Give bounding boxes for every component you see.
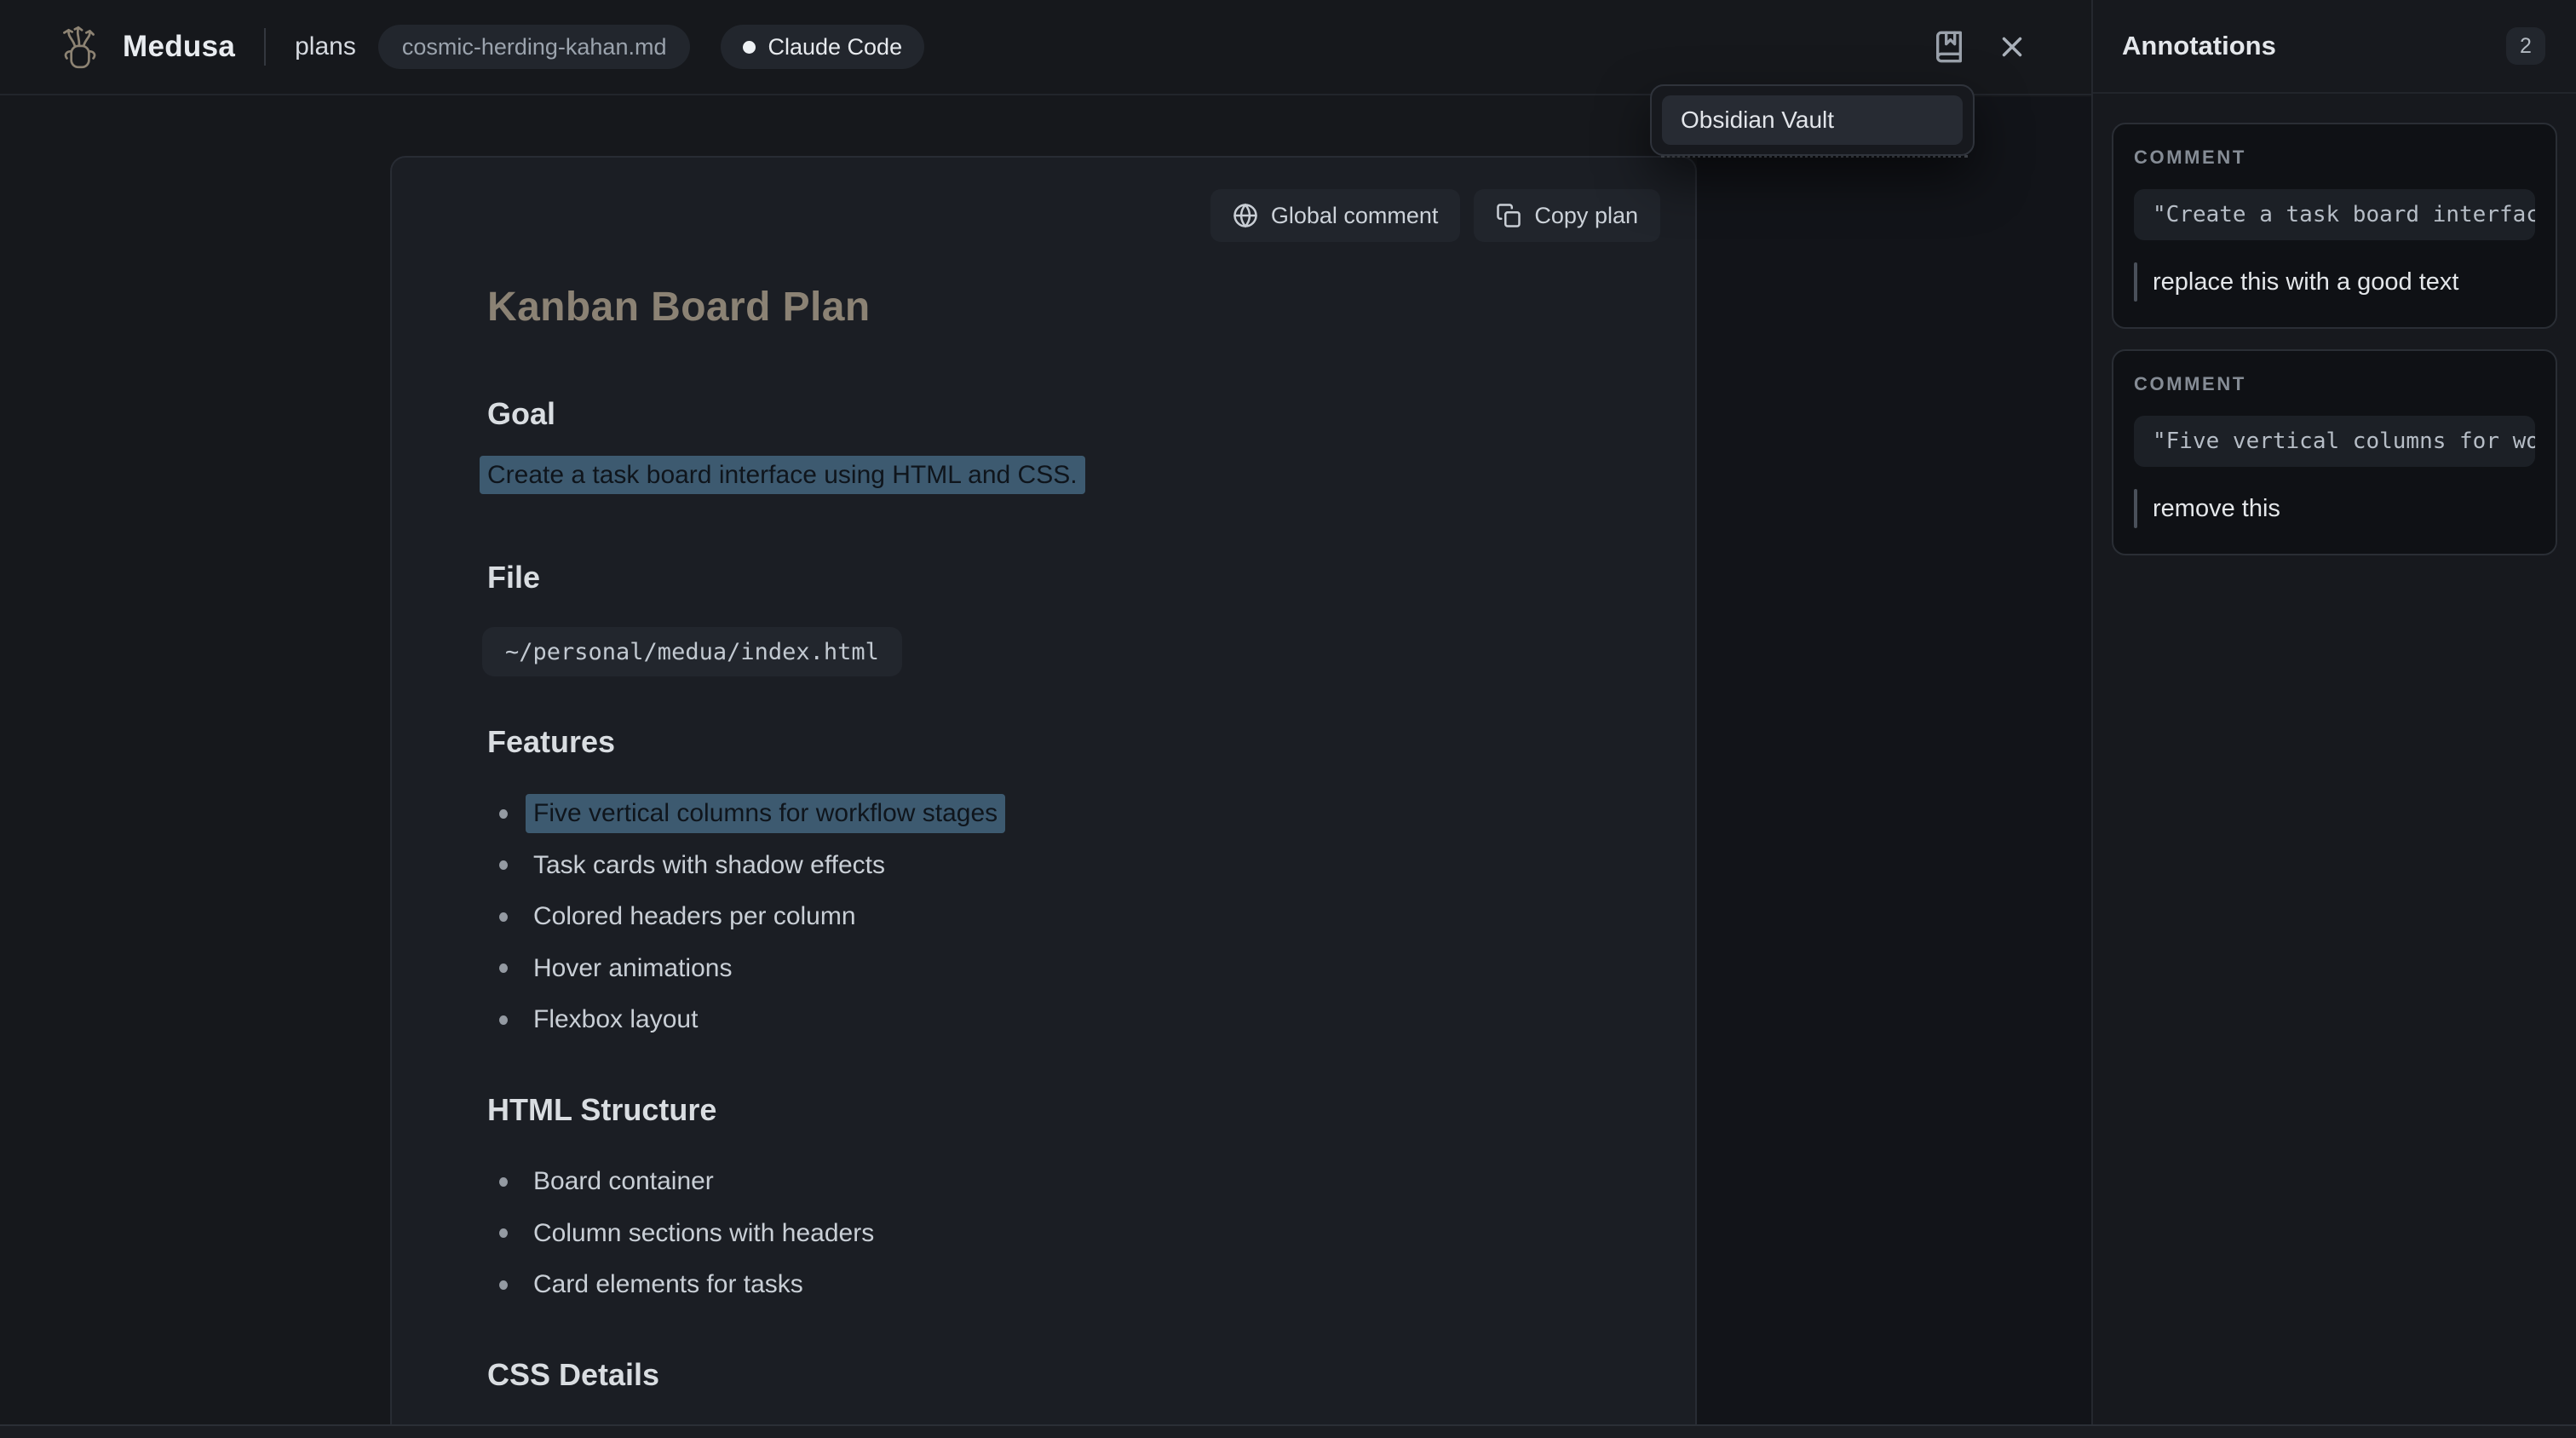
heading-goal: Goal [487,396,555,432]
file-chip: cosmic-herding-kahan.md [378,25,691,69]
annotated-text-feature[interactable]: Five vertical columns for workflow stage… [526,794,1005,833]
list-item: Hover animations [487,943,1005,995]
annotation-kind-label: COMMENT [2134,147,2535,169]
annotation-card[interactable]: COMMENT "Five vertical columns for wo…" … [2112,349,2557,555]
list-item: Board container [487,1156,874,1208]
agent-chip: Claude Code [721,25,924,69]
global-comment-label: Global comment [1271,203,1439,229]
annotation-quote: "Five vertical columns for wo…" [2134,416,2535,467]
heading-css-details: CSS Details [487,1357,659,1393]
heading-file: File [487,560,540,595]
goal-paragraph: Create a task board interface using HTML… [487,461,1085,490]
app-header: Medusa plans cosmic-herding-kahan.md Cla… [0,0,2091,95]
breadcrumb-plans[interactable]: plans [295,32,356,61]
main-area: Medusa plans cosmic-herding-kahan.md Cla… [0,0,2091,1438]
annotation-kind-label: COMMENT [2134,373,2535,395]
list-item: Flexbox layout [487,994,1005,1046]
global-comment-button[interactable]: Global comment [1210,189,1461,242]
annotation-comment: replace this with a good text [2134,262,2535,302]
app-window: Medusa plans cosmic-herding-kahan.md Cla… [0,0,2576,1438]
menu-item-obsidian-vault[interactable]: Obsidian Vault [1662,95,1963,145]
list-item: Colored headers per column [487,891,1005,943]
agent-status-dot [743,41,756,54]
copy-icon [1496,203,1521,228]
plan-document-card: Global comment Copy plan Kanban Board Pl… [390,156,1697,1424]
document-actions: Global comment Copy plan [1210,189,1660,242]
annotations-count-badge: 2 [2506,27,2545,65]
save-to-vault-button[interactable] [1929,27,1969,66]
close-icon [1996,31,2028,63]
annotations-panel: Annotations 2 COMMENT "Create a task boa… [2091,0,2576,1438]
book-icon [1932,30,1966,64]
comment-text: replace this with a good text [2153,268,2458,296]
file-path-code: ~/personal/medua/index.html [482,627,902,676]
comment-text: remove this [2153,495,2280,523]
close-button[interactable] [1992,27,2032,66]
annotations-panel-header: Annotations 2 [2093,0,2576,94]
copy-plan-label: Copy plan [1534,203,1638,229]
save-dropdown-menu: Obsidian Vault [1650,84,1975,156]
features-list: Five vertical columns for workflow stage… [487,788,1005,1046]
heading-features: Features [487,724,615,760]
agent-chip-label: Claude Code [768,34,902,60]
list-item: Card elements for tasks [487,1259,874,1311]
annotation-gutter [1697,97,2091,1424]
header-divider [264,28,266,66]
medusa-logo-icon [55,22,104,72]
window-bottom-edge [0,1424,2576,1438]
list-item: Task cards with shadow effects [487,840,1005,892]
globe-icon [1233,203,1258,228]
annotation-comment: remove this [2134,489,2535,528]
comment-accent-bar [2134,262,2137,302]
heading-html-structure: HTML Structure [487,1092,716,1128]
annotation-card[interactable]: COMMENT "Create a task board interfac…" … [2112,123,2557,329]
page-title: Kanban Board Plan [487,284,871,331]
list-item: Five vertical columns for workflow stage… [487,788,1005,840]
annotation-quote: "Create a task board interfac…" [2134,189,2535,240]
annotations-list: COMMENT "Create a task board interfac…" … [2093,94,2576,555]
copy-plan-button[interactable]: Copy plan [1474,189,1660,242]
list-item: Column sections with headers [487,1208,874,1260]
comment-accent-bar [2134,489,2137,528]
annotations-title: Annotations [2122,31,2276,61]
html-structure-list: Board container Column sections with hea… [487,1156,874,1311]
app-title: Medusa [123,30,235,64]
annotated-text-goal[interactable]: Create a task board interface using HTML… [480,456,1085,494]
